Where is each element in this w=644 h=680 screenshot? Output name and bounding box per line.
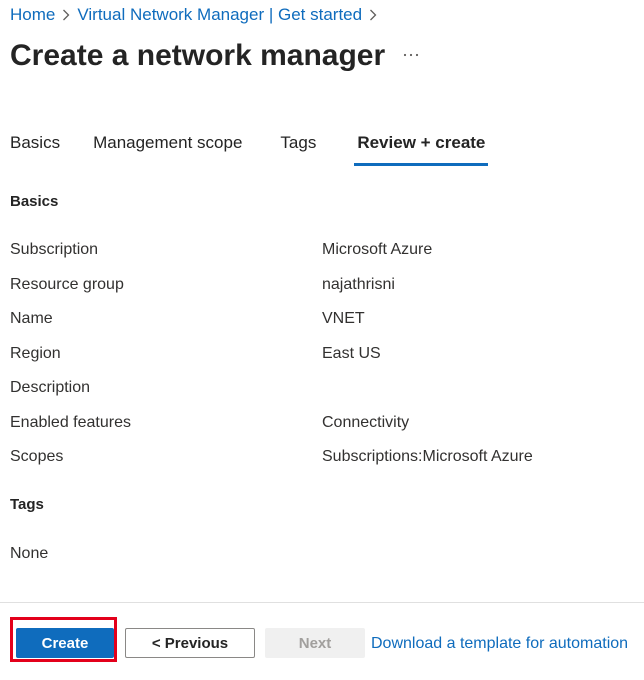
summary-label: Scopes [10,448,64,465]
chevron-right-icon [62,9,70,21]
create-button[interactable]: Create [16,628,114,658]
summary-label: Resource group [10,276,124,293]
footer-divider [0,602,644,603]
ellipsis-icon[interactable] [400,44,422,66]
summary-value: Subscriptions:Microsoft Azure [322,448,533,465]
previous-button[interactable]: < Previous [125,628,255,658]
page-title: Create a network manager [10,39,386,72]
basics-heading: Basics [10,193,59,210]
summary-label: Description [10,379,91,396]
tab-management-scope[interactable]: Management scope [93,130,242,166]
tab-basics[interactable]: Basics [10,130,60,166]
next-button[interactable]: Next [265,628,365,658]
wizard-tabs: Basics Management scope Tags Review + cr… [10,130,526,166]
tab-tags[interactable]: Tags [280,130,316,166]
summary-value: najathrisni [322,276,395,293]
summary-value: VNET [322,310,365,327]
tab-review-create[interactable]: Review + create [354,130,489,166]
summary-label: Subscription [10,241,99,258]
summary-value: Microsoft Azure [322,241,433,258]
download-template-link[interactable]: Download a template for automation [371,633,628,655]
breadcrumb-home-link[interactable]: Home [10,4,55,26]
tags-value: None [10,545,49,562]
summary-value: East US [322,345,381,362]
summary-label: Enabled features [10,414,131,431]
tags-heading: Tags [10,496,44,513]
chevron-right-icon [369,9,377,21]
summary-value: Connectivity [322,414,410,431]
summary-label: Name [10,310,53,327]
breadcrumb-vnm-link[interactable]: Virtual Network Manager | Get started [77,4,362,26]
breadcrumb: Home Virtual Network Manager | Get start… [10,4,384,26]
summary-label: Region [10,345,61,362]
